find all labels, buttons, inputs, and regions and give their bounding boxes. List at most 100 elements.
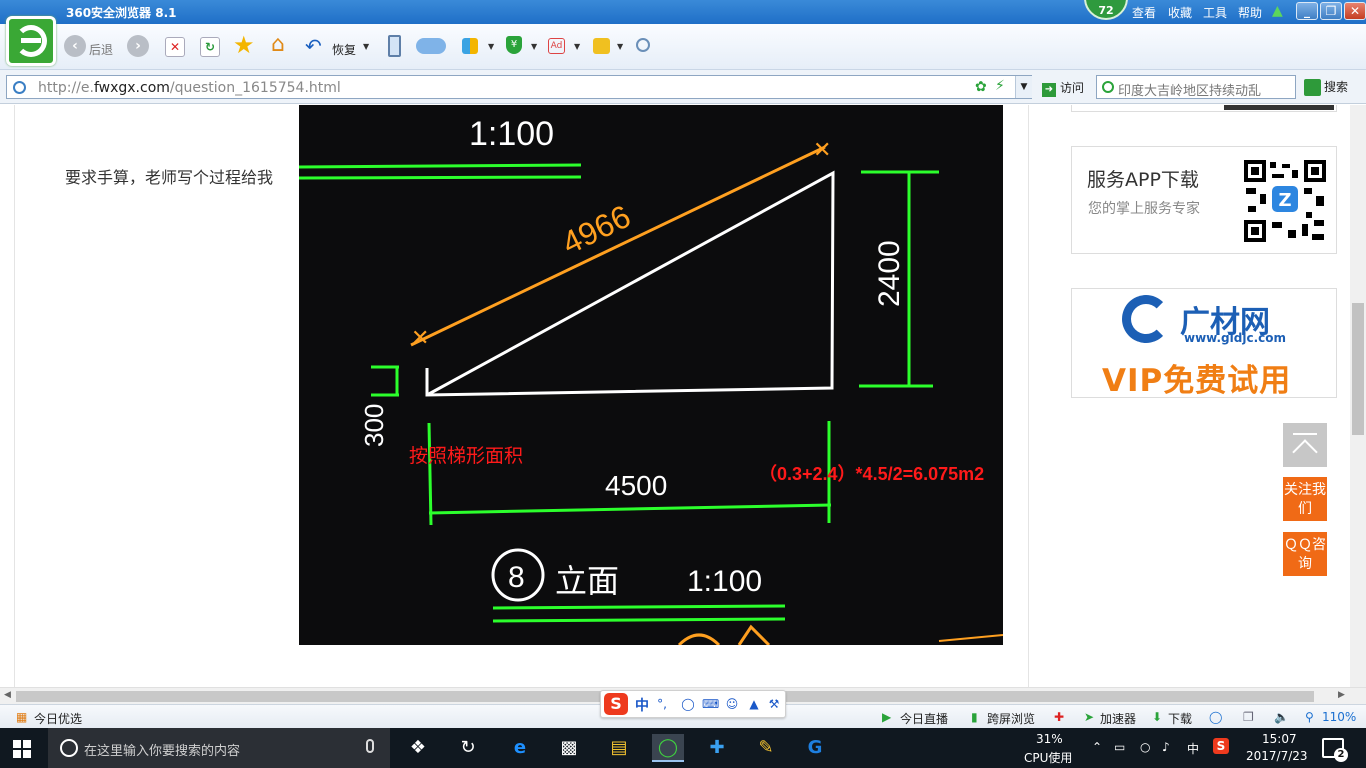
taskbar-app-plus-icon[interactable]: ✚ <box>701 734 733 762</box>
360-browser-task-icon[interactable]: ◯ <box>652 734 684 762</box>
annotation-formula: （0.3+2.4）*4.5/2=6.075m2 <box>759 464 984 484</box>
windows-start-icon[interactable] <box>13 740 31 758</box>
store-icon[interactable]: ▩ <box>553 734 585 762</box>
back-to-top-button[interactable] <box>1283 423 1327 467</box>
zoom-search-icon[interactable] <box>636 38 650 52</box>
zoom-level[interactable]: 110% <box>1322 710 1356 724</box>
scroll-left-icon[interactable]: ◀ <box>4 690 11 700</box>
window-mode-icon[interactable]: ❐ <box>1243 710 1254 724</box>
url-text[interactable]: http://e.fwxgx.com/question_1615754.html <box>38 80 341 96</box>
status-crossscreen[interactable]: 跨屏浏览 <box>987 710 1035 727</box>
mic-icon[interactable] <box>366 739 374 753</box>
window-title: 360安全浏览器 8.1 <box>66 6 177 20</box>
task-view-icon[interactable]: ❖ <box>402 734 434 762</box>
page-globe-icon <box>13 81 26 94</box>
cad-drawing-image[interactable]: 1:100 ✕ ✕ 4966 2400 300 4500 按照梯形面积 （0.3… <box>299 105 1003 645</box>
gift-icon[interactable]: ▦ <box>16 710 27 724</box>
sogou-tray-icon[interactable]: S <box>1213 738 1229 754</box>
ime-indicator[interactable]: 中 <box>1187 740 1199 757</box>
restore-label[interactable]: 恢复 <box>332 41 356 58</box>
menu-tools[interactable]: 工具 <box>1203 4 1227 21</box>
taskbar-app-g-icon[interactable]: G <box>799 734 831 762</box>
tray-battery-icon[interactable]: ▭ <box>1114 740 1125 754</box>
home-icon[interactable]: ⌂ <box>271 33 285 57</box>
file-explorer-icon[interactable]: ▤ <box>603 734 635 762</box>
user-icon[interactable]: ☺ <box>725 697 739 711</box>
svg-text:✕: ✕ <box>813 138 831 163</box>
today-picks-link[interactable]: 今日优选 <box>34 710 82 727</box>
clock-date[interactable]: 2017/7/23 <box>1246 749 1308 763</box>
apps-icon[interactable] <box>462 38 478 54</box>
qq-consult-button[interactable]: ＱＱ咨询 <box>1283 532 1327 576</box>
microphone-icon[interactable]: ◯ <box>681 697 695 711</box>
cad-drawing: 1:100 ✕ ✕ 4966 2400 300 4500 按照梯形面积 （0.3… <box>299 115 1003 645</box>
keyboard-icon[interactable]: ⌨ <box>702 697 719 711</box>
cpu-percent: 31% <box>1036 732 1063 746</box>
notification-center-icon[interactable]: 2 <box>1322 738 1348 762</box>
favorite-star-icon[interactable]: ★ <box>233 33 255 57</box>
screenshot-icon[interactable] <box>593 38 610 54</box>
search-button[interactable]: 搜索 <box>1304 78 1348 96</box>
vertical-scroll-thumb[interactable] <box>1352 303 1364 435</box>
back-button-label[interactable]: 后退 <box>89 41 113 58</box>
health-icon[interactable]: ✚ <box>1054 710 1064 724</box>
adblock-icon[interactable]: Ad <box>548 38 565 54</box>
ime-toolbar[interactable]: S 中 °, ◯ ⌨ ☺ ▲ ⚒ <box>600 690 786 718</box>
browser-logo[interactable] <box>6 16 56 66</box>
status-download[interactable]: 下载 <box>1168 710 1192 727</box>
volume-icon[interactable]: 🔈 <box>1274 710 1289 724</box>
menu-view[interactable]: 查看 <box>1132 4 1156 21</box>
punctuation-icon[interactable]: °, <box>655 697 669 711</box>
skin-icon[interactable]: ▲ <box>1272 3 1283 19</box>
scroll-right-icon[interactable]: ▶ <box>1338 690 1345 700</box>
edge-icon[interactable]: e <box>504 734 536 762</box>
status-live[interactable]: 今日直播 <box>900 710 948 727</box>
wifi-icon[interactable]: ○ <box>1140 740 1150 754</box>
security-score-badge[interactable]: 72 <box>1084 0 1128 20</box>
minimize-button[interactable]: _ <box>1296 2 1318 20</box>
close-window-button[interactable]: ✕ <box>1344 2 1366 20</box>
restore-dropdown-icon[interactable]: ▼ <box>363 42 369 51</box>
history-dropdown-icon[interactable]: ▼ <box>1015 76 1032 98</box>
svg-text:✕: ✕ <box>411 326 429 351</box>
sidebar-top-card[interactable] <box>1071 105 1337 112</box>
ime-mode[interactable]: 中 <box>635 695 649 715</box>
mobile-icon[interactable] <box>388 35 401 57</box>
qr-code-icon: Z <box>1244 160 1326 242</box>
taskbar-app-spiral-icon[interactable]: ↻ <box>452 734 484 762</box>
sogou-logo-icon[interactable]: S <box>604 693 628 715</box>
cloud-icon[interactable] <box>416 38 446 54</box>
speed-mode-icon[interactable]: ⚡ <box>995 78 1005 94</box>
forward-arrow-icon[interactable]: › <box>127 35 149 57</box>
follow-us-button[interactable]: 关注我们 <box>1283 477 1327 521</box>
refresh-icon[interactable]: ↻ <box>200 37 220 57</box>
vertical-scrollbar[interactable] <box>1350 105 1366 687</box>
gldjc-ad-card[interactable]: 广材网 www.gldjc.com VIP免费试用 <box>1071 288 1337 399</box>
minimize-icon: _ <box>1304 4 1310 18</box>
notes-icon[interactable]: ✎ <box>750 734 782 762</box>
taskbar-search-box[interactable]: 在这里输入你要搜索的内容 <box>48 728 390 768</box>
skin-shirt-icon[interactable]: ▲ <box>747 697 761 711</box>
address-bar[interactable]: http://e.fwxgx.com/question_1615754.html… <box>6 75 1032 99</box>
stop-icon[interactable]: ✕ <box>165 37 185 57</box>
shield-icon[interactable]: ¥ <box>506 36 522 54</box>
menu-favorites[interactable]: 收藏 <box>1168 4 1192 21</box>
status-accelerator[interactable]: 加速器 <box>1100 710 1136 727</box>
visit-arrow-icon: ➜ <box>1042 83 1056 97</box>
menu-help[interactable]: 帮助 <box>1238 4 1262 21</box>
back-arrow-icon[interactable]: ‹ <box>64 35 86 57</box>
clock-time[interactable]: 15:07 <box>1262 732 1297 746</box>
visit-button[interactable]: ➜ 访问 <box>1042 79 1084 97</box>
secure-icon[interactable]: ✿ <box>975 79 987 95</box>
restore-window-button[interactable]: ❐ <box>1320 2 1342 20</box>
search-input[interactable]: 印度大吉岭地区持续动乱 <box>1096 75 1296 99</box>
windows-taskbar: 在这里输入你要搜索的内容 ❖ ↻ e ▩ ▤ ◯ ✚ ✎ G 31% CPU使用… <box>0 728 1366 768</box>
tray-expand-icon[interactable]: ⌃ <box>1092 740 1102 754</box>
gldjc-logo-icon <box>1122 295 1170 343</box>
wrench-icon[interactable]: ⚒ <box>767 697 781 711</box>
app-download-card[interactable]: 服务APP下载 您的掌上服务专家 Z <box>1071 146 1337 254</box>
ie-icon[interactable]: ◯ <box>1209 710 1222 724</box>
speaker-icon[interactable]: ♪ <box>1162 740 1170 754</box>
accelerator-icon: ➤ <box>1084 710 1095 724</box>
restore-session-icon[interactable]: ↶ <box>305 34 322 58</box>
